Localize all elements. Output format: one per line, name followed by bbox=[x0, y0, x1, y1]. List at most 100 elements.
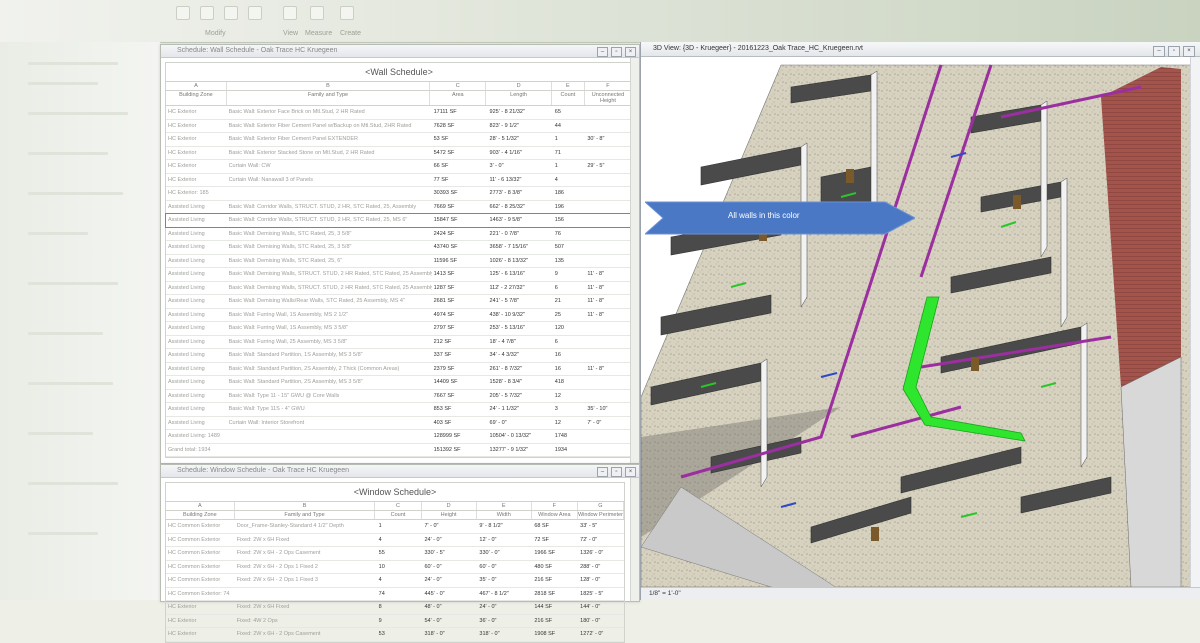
table-cell[interactable]: 36' - 0" bbox=[477, 614, 533, 628]
table-cell[interactable]: 3' - 0" bbox=[487, 159, 553, 174]
column-header[interactable]: Area bbox=[430, 91, 487, 105]
table-cell[interactable]: Assisted Living bbox=[166, 200, 227, 214]
column-header[interactable]: Count bbox=[375, 511, 422, 519]
table-cell[interactable]: 4 bbox=[552, 173, 586, 187]
table-cell[interactable]: 7667 SF bbox=[431, 389, 488, 403]
table-cell[interactable]: 318' - 0" bbox=[477, 627, 533, 642]
table-cell[interactable]: Assisted Living bbox=[166, 362, 227, 376]
column-header[interactable]: Building Zone bbox=[166, 511, 235, 519]
table-cell[interactable]: 29' - 5" bbox=[585, 159, 632, 174]
table-cell[interactable] bbox=[585, 227, 632, 241]
table-cell[interactable]: 1 bbox=[376, 520, 423, 534]
table-cell[interactable]: Basic Wall: Demising Walls, STRUCT. STUD… bbox=[226, 267, 432, 282]
table-cell[interactable]: Fixed: 2W x 6H - 2 Ops Casement bbox=[234, 627, 377, 642]
table-cell[interactable]: HC Common Exterior bbox=[166, 533, 235, 547]
table-cell[interactable]: 156 bbox=[552, 213, 586, 228]
table-cell[interactable]: 445' - 0" bbox=[422, 587, 478, 601]
table-cell[interactable]: 467' - 8 1/2" bbox=[477, 587, 533, 601]
3d-view-titlebar[interactable]: 3D View: {3D - Kruegeer} - 20161223_Oak … bbox=[641, 42, 1200, 57]
table-cell[interactable]: 1413 SF bbox=[431, 267, 488, 282]
table-cell[interactable]: 43740 SF bbox=[431, 240, 488, 255]
table-cell[interactable]: 68 SF bbox=[532, 520, 579, 534]
table-cell[interactable]: 144' - 0" bbox=[578, 600, 624, 615]
table-cell[interactable]: 337 SF bbox=[431, 348, 488, 363]
table-cell[interactable]: 6 bbox=[552, 281, 586, 295]
close-icon[interactable]: × bbox=[625, 467, 636, 477]
table-cell[interactable]: 128999 SF bbox=[431, 429, 488, 444]
table-cell[interactable]: 128' - 0" bbox=[578, 573, 624, 588]
restore-icon[interactable]: ▫ bbox=[1168, 46, 1180, 57]
table-cell[interactable]: Assisted Living: 1489 bbox=[166, 429, 227, 444]
table-row[interactable]: HC Common Exterior: 74 74 445' - 0" 467' - … bbox=[166, 587, 624, 601]
table-cell[interactable]: 4974 SF bbox=[431, 308, 488, 322]
minimize-icon[interactable]: – bbox=[1153, 46, 1165, 57]
column-header[interactable]: Height bbox=[422, 511, 477, 519]
table-row[interactable]: Assisted Living Basic Wall: Demising Wall… bbox=[166, 294, 632, 309]
table-cell[interactable]: 72' - 0" bbox=[578, 533, 624, 547]
table-cell[interactable]: 76 bbox=[552, 227, 586, 241]
table-cell[interactable]: Assisted Living bbox=[166, 281, 227, 295]
table-cell[interactable]: Assisted Living bbox=[166, 375, 227, 390]
table-cell[interactable]: 24' - 0" bbox=[422, 533, 478, 547]
table-cell[interactable]: 7' - 0" bbox=[585, 416, 632, 430]
table-cell[interactable]: Assisted Living bbox=[166, 227, 227, 241]
table-cell[interactable]: 4 bbox=[376, 573, 423, 588]
table-cell[interactable] bbox=[585, 173, 632, 187]
table-cell[interactable]: Basic Wall: Type 11S - 4" GWU bbox=[226, 402, 432, 417]
table-cell[interactable]: 17111 SF bbox=[431, 106, 488, 120]
table-cell[interactable]: HC Exterior bbox=[166, 159, 227, 174]
table-row[interactable]: Assisted Living Basic Wall: Demising Wall… bbox=[166, 254, 632, 268]
table-cell[interactable] bbox=[585, 240, 632, 255]
rotate-icon[interactable] bbox=[200, 6, 214, 20]
table-cell[interactable] bbox=[585, 119, 632, 133]
table-cell[interactable]: 2681 SF bbox=[431, 294, 488, 309]
table-cell[interactable]: Fixed: 2W x 6H - 2 Ops 1 Fixed 2 bbox=[234, 560, 377, 574]
table-cell[interactable]: HC Exterior bbox=[166, 119, 227, 133]
table-cell[interactable]: Assisted Living bbox=[166, 321, 227, 336]
table-cell[interactable]: 71 bbox=[552, 146, 586, 160]
column-header[interactable]: Count bbox=[552, 91, 585, 105]
3d-building-model[interactable] bbox=[641, 57, 1191, 587]
table-cell[interactable]: 205' - 5 7/32" bbox=[487, 389, 553, 403]
table-cell[interactable]: 11' - 8" bbox=[585, 308, 632, 322]
table-cell[interactable]: 2424 SF bbox=[431, 227, 488, 241]
table-cell[interactable]: 21 bbox=[552, 294, 586, 309]
table-cell[interactable]: 34' - 4 3/32" bbox=[487, 348, 553, 363]
table-row[interactable]: HC Common Exterior Fixed: 2W x 6H - 2 Ops… bbox=[166, 560, 624, 574]
wall-schedule-scrollbar[interactable] bbox=[630, 58, 639, 463]
view-icon[interactable] bbox=[283, 6, 297, 20]
table-cell[interactable]: HC Common Exterior bbox=[166, 520, 235, 534]
table-cell[interactable]: Assisted Living bbox=[166, 294, 227, 309]
table-cell[interactable]: 11' - 6 13/32" bbox=[487, 173, 553, 187]
table-cell[interactable]: Fixed: 2W x 6H - 2 Ops 1 Fixed 3 bbox=[234, 573, 377, 588]
table-cell[interactable] bbox=[585, 213, 632, 228]
table-row[interactable]: HC Common Exterior Fixed: 2W x 6H - 2 Ops… bbox=[166, 546, 624, 561]
table-cell[interactable]: HC Exterior: 185 bbox=[166, 186, 227, 201]
table-cell[interactable]: 53 bbox=[376, 627, 423, 642]
table-row[interactable]: Assisted Living Basic Wall: Type 11 - 15"… bbox=[166, 389, 632, 403]
table-cell[interactable]: 823' - 9 1/2" bbox=[487, 119, 553, 133]
table-cell[interactable]: 53 SF bbox=[431, 132, 488, 147]
table-cell[interactable]: Assisted Living bbox=[166, 267, 227, 282]
table-cell[interactable] bbox=[234, 587, 377, 601]
table-cell[interactable] bbox=[585, 200, 632, 214]
table-cell[interactable] bbox=[585, 186, 632, 201]
table-cell[interactable]: Basic Wall: Exterior Fiber Cement Panel … bbox=[226, 132, 432, 147]
table-cell[interactable]: 216 SF bbox=[532, 573, 579, 588]
table-cell[interactable]: 1528' - 8 3/4" bbox=[487, 375, 553, 390]
column-header[interactable]: Building Zone bbox=[166, 91, 227, 105]
table-cell[interactable]: 14409 SF bbox=[431, 375, 488, 390]
table-cell[interactable]: 35' - 0" bbox=[477, 573, 533, 588]
table-cell[interactable]: 60' - 0" bbox=[422, 560, 478, 574]
table-cell[interactable]: 903' - 4 1/16" bbox=[487, 146, 553, 160]
table-row[interactable]: Assisted Living Basic Wall: Corridor Wall… bbox=[166, 200, 632, 214]
table-cell[interactable]: 55 bbox=[376, 546, 423, 561]
wall-schedule-titlebar[interactable]: Schedule: Wall Schedule - Oak Trace HC K… bbox=[161, 45, 639, 58]
table-cell[interactable]: HC Exterior bbox=[166, 106, 227, 120]
table-cell[interactable]: 24' - 0" bbox=[477, 600, 533, 615]
table-cell[interactable]: Basic Wall: Exterior Stacked Stone on Mt… bbox=[226, 146, 432, 160]
table-cell[interactable]: 35' - 10" bbox=[585, 402, 632, 417]
table-cell[interactable]: 24' - 1 1/32" bbox=[487, 402, 553, 417]
table-row[interactable]: Assisted Living Basic Wall: Furring Wall,… bbox=[166, 308, 632, 322]
table-row[interactable]: HC Exterior Basic Wall: Exterior Fiber Ce… bbox=[166, 119, 632, 133]
